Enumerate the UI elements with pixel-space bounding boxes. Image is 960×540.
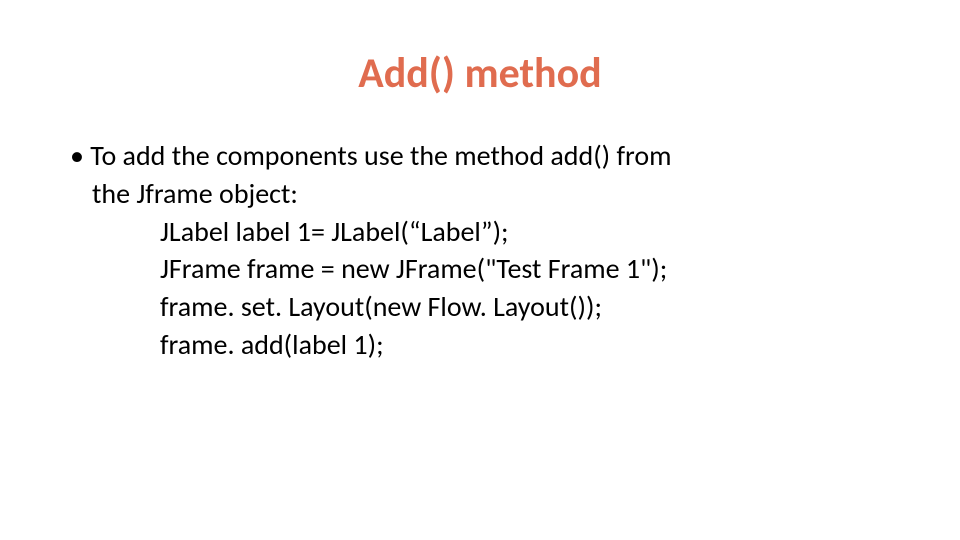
bullet-item: • To add the components use the method a…	[70, 137, 890, 175]
code-line-1: JLabel label 1= JLabel(“Label”);	[70, 213, 890, 251]
slide-content: • To add the components use the method a…	[70, 137, 890, 364]
code-line-3: frame. set. Layout(new Flow. Layout());	[70, 288, 890, 326]
bullet-text-line2: the Jframe object:	[70, 175, 890, 213]
bullet-text-line1: To add the components use the method add…	[90, 138, 671, 173]
slide-container: Add() method • To add the components use…	[0, 0, 960, 540]
code-line-4: frame. add(label 1);	[70, 326, 890, 364]
code-line-2: JFrame frame = new JFrame("Test Frame 1"…	[70, 250, 890, 288]
bullet-marker: •	[70, 137, 84, 175]
slide-title: Add() method	[70, 48, 890, 99]
